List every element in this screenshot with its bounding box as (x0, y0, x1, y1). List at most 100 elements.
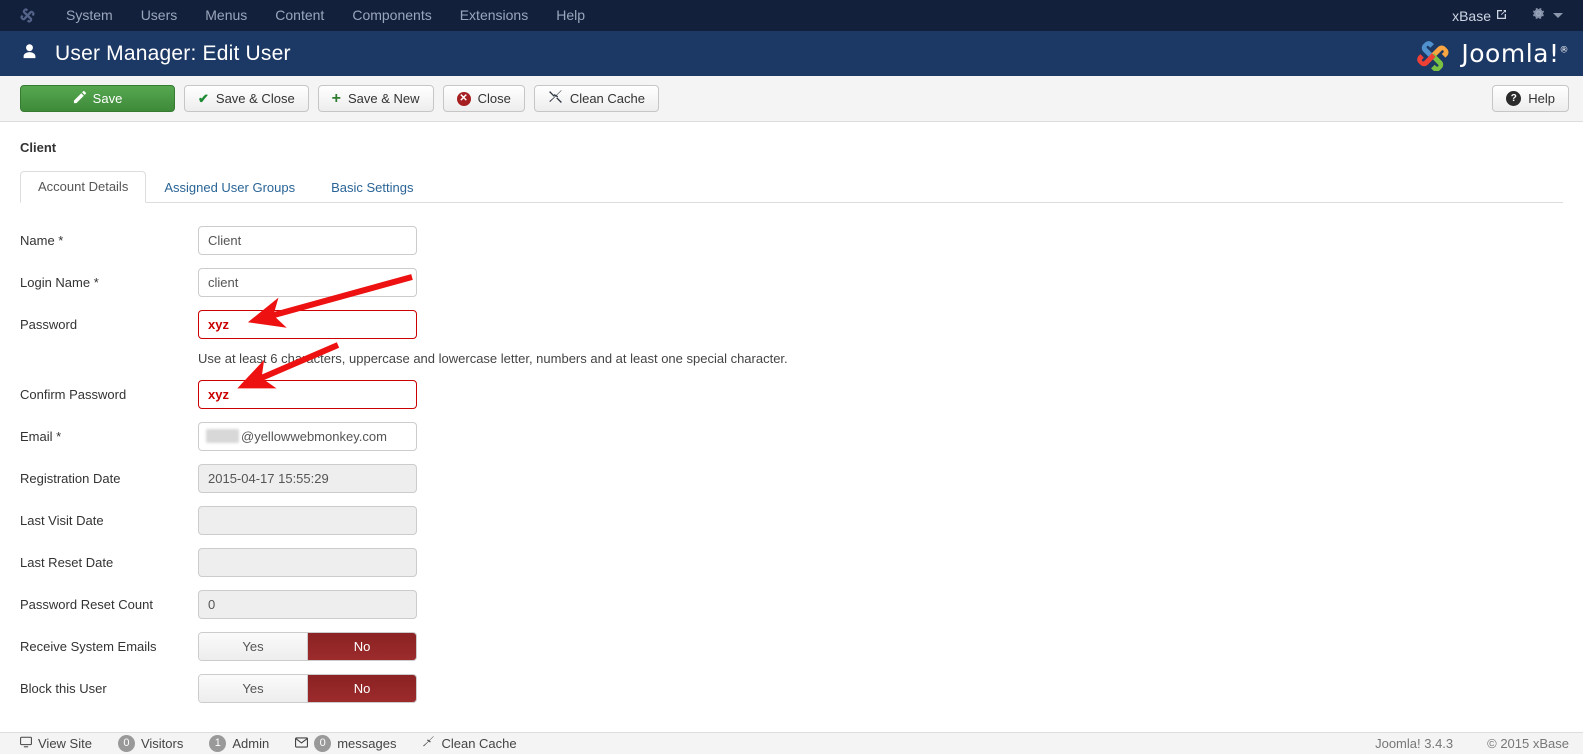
footer-clean-cache-label: Clean Cache (441, 736, 517, 751)
save-and-close-button[interactable]: ✔ Save & Close (184, 85, 309, 112)
tab-bar: Account Details Assigned User Groups Bas… (20, 171, 1563, 203)
help-icon: ? (1506, 91, 1522, 106)
label-password-reset-count: Password Reset Count (20, 596, 153, 612)
label-last-reset-date: Last Reset Date (20, 554, 114, 570)
registered-mark: ® (1559, 45, 1569, 56)
name-input[interactable] (198, 225, 417, 255)
password-reset-count-input (198, 589, 417, 619)
save-button-label: Save (92, 91, 123, 106)
joomla-version-label: Joomla! 3.4.3 (1375, 736, 1454, 751)
joomla-logo-icon[interactable] (18, 7, 36, 25)
messages-status[interactable]: 0 messages (295, 735, 396, 752)
page-header: User Manager: Edit User Joomla!® (0, 31, 1583, 76)
topbar-right-group: xBase (1440, 6, 1569, 25)
field-row-block-this-user: Block this User Yes No (20, 673, 1563, 703)
field-row-login-name: Login Name * (20, 267, 1563, 297)
admin-status[interactable]: 1 Admin (209, 735, 269, 752)
block-this-user-yes[interactable]: Yes (199, 674, 308, 702)
save-and-new-button[interactable]: + Save & New (317, 85, 434, 112)
email-field-wrapper (198, 421, 417, 451)
gear-icon (1531, 6, 1546, 25)
top-menu-bar: System Users Menus Content Components Ex… (0, 0, 1583, 31)
joomla-wordmark: Joomla!® (1461, 39, 1569, 68)
action-toolbar: Save ✔ Save & Close + Save & New ✕ Close… (0, 76, 1583, 122)
last-reset-date-input (198, 547, 417, 577)
joomla-symbol-icon (1417, 40, 1449, 71)
registration-date-input (198, 463, 417, 493)
user-icon (20, 42, 39, 65)
envelope-icon (295, 736, 309, 751)
visitors-label: Visitors (140, 736, 184, 751)
label-block-this-user: Block this User (20, 680, 107, 696)
label-registration-date: Registration Date (20, 470, 121, 486)
help-button-label: Help (1528, 91, 1555, 106)
check-icon: ✔ (198, 90, 209, 106)
password-input[interactable] (198, 309, 417, 339)
monitor-icon (20, 736, 32, 751)
visitors-status[interactable]: 0 Visitors (117, 735, 184, 752)
label-confirm-password: Confirm Password (20, 386, 127, 402)
confirm-password-input[interactable] (198, 379, 417, 409)
topnav-item-extensions[interactable]: Extensions (446, 0, 542, 31)
footer-meta: Joomla! 3.4.3 © 2015 xBase (1375, 736, 1569, 751)
section-title: Client (20, 140, 57, 155)
label-login-name: Login Name * (20, 274, 99, 290)
top-navigation: System Users Menus Content Components Ex… (52, 0, 599, 31)
label-email: Email * (20, 428, 62, 444)
save-button[interactable]: Save (20, 85, 175, 112)
joomla-brand-logo: Joomla!® (1414, 37, 1569, 71)
redaction-overlay (206, 428, 239, 443)
topnav-item-system[interactable]: System (52, 0, 127, 31)
field-row-last-reset-date: Last Reset Date (20, 547, 1563, 577)
topnav-item-users[interactable]: Users (127, 0, 192, 31)
field-row-receive-system-emails: Receive System Emails Yes No (20, 631, 1563, 661)
field-row-registration-date: Registration Date (20, 463, 1563, 493)
clean-cache-button[interactable]: Clean Cache (533, 85, 659, 112)
close-button[interactable]: ✕ Close (442, 85, 525, 112)
broom-icon-footer (422, 735, 435, 752)
footer-clean-cache-link[interactable]: Clean Cache (422, 735, 517, 752)
label-last-visit-date: Last Visit Date (20, 512, 104, 528)
site-name-link[interactable]: xBase (1440, 8, 1519, 24)
external-link-icon (1496, 9, 1507, 23)
clean-cache-label: Clean Cache (569, 91, 645, 106)
view-site-link[interactable]: View Site (20, 736, 92, 751)
field-row-confirm-password: Confirm Password (20, 379, 1563, 409)
chevron-down-icon (1553, 13, 1563, 18)
label-password: Password (20, 316, 78, 332)
tab-basic-settings[interactable]: Basic Settings (313, 172, 431, 203)
help-button[interactable]: ? Help (1492, 85, 1569, 112)
receive-system-emails-toggle[interactable]: Yes No (198, 631, 417, 661)
topnav-item-components[interactable]: Components (338, 0, 445, 31)
label-receive-system-emails: Receive System Emails (20, 638, 157, 654)
password-hint-text: Use at least 6 characters, uppercase and… (198, 351, 788, 366)
main-content: Client Account Details Assigned User Gro… (0, 122, 1583, 703)
status-bar: View Site 0 Visitors 1 Admin 0 messages … (0, 732, 1583, 754)
block-this-user-no[interactable]: No (308, 674, 416, 702)
field-row-password-reset-count: Password Reset Count (20, 589, 1563, 619)
field-row-password: Password (20, 309, 1563, 339)
label-name: Name * (20, 232, 64, 248)
block-this-user-toggle[interactable]: Yes No (198, 673, 417, 703)
settings-menu-button[interactable] (1519, 6, 1569, 25)
tab-assigned-user-groups[interactable]: Assigned User Groups (146, 172, 313, 203)
broom-icon (548, 89, 563, 108)
tab-account-details[interactable]: Account Details (20, 171, 147, 203)
site-name-label: xBase (1452, 7, 1491, 24)
receive-system-emails-yes[interactable]: Yes (199, 632, 308, 660)
view-site-label: View Site (38, 736, 92, 751)
last-visit-date-input (198, 505, 417, 535)
save-and-close-label: Save & Close (215, 91, 295, 106)
topnav-item-menus[interactable]: Menus (191, 0, 261, 31)
topnav-item-help[interactable]: Help (542, 0, 599, 31)
field-row-last-visit-date: Last Visit Date (20, 505, 1563, 535)
login-name-input[interactable] (198, 267, 417, 297)
field-row-email: Email * (20, 421, 1563, 451)
receive-system-emails-no[interactable]: No (308, 632, 416, 660)
admin-label: Admin (232, 736, 270, 751)
field-row-name: Name * (20, 225, 1563, 255)
close-button-label: Close (477, 91, 511, 106)
messages-count-badge: 0 (314, 735, 332, 752)
topnav-item-content[interactable]: Content (261, 0, 338, 31)
visitors-count-badge: 0 (117, 735, 135, 752)
